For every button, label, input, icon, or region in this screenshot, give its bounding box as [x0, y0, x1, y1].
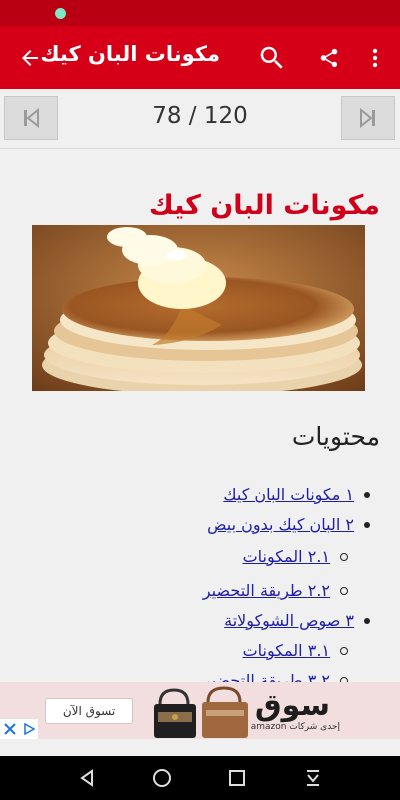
bullet-icon — [340, 646, 348, 655]
toc-link[interactable]: ١ مكونات البان كيك — [223, 485, 354, 504]
more-vert-icon[interactable] — [360, 40, 390, 76]
ad-info-icon[interactable] — [20, 719, 38, 739]
bullet-icon — [340, 586, 348, 595]
toc-item[interactable]: ٢.١ المكونات — [243, 547, 348, 566]
nav-download-icon[interactable] — [298, 764, 328, 792]
toc-item[interactable]: ١ مكونات البان كيك — [223, 485, 370, 504]
toc-link[interactable]: ٣.٢ طريقة التحضير — [203, 671, 330, 682]
toc-item[interactable]: ٢.٢ طريقة التحضير — [203, 581, 348, 600]
bullet-icon — [340, 552, 348, 561]
app-bar-title: مكونات البان كيك — [40, 42, 220, 66]
bullet-icon — [364, 491, 370, 498]
toc-link[interactable]: ٢.٢ طريقة التحضير — [203, 581, 330, 600]
last-page-button[interactable] — [341, 96, 395, 140]
toc-heading: محتويات — [291, 422, 380, 451]
article-title: مكونات البان كيك — [148, 190, 380, 221]
status-notification-icon — [55, 8, 66, 19]
ad-spacer — [0, 739, 400, 756]
bullet-icon — [364, 521, 370, 528]
screen: مكونات البان كيك 78 / 120 مكونات البان ك… — [0, 0, 400, 800]
app-bar: مكونات البان كيك — [0, 26, 400, 89]
nav-back-icon[interactable] — [72, 764, 102, 792]
toc-link[interactable]: ٣ صوص الشوكولاتة — [224, 611, 354, 630]
ad-souq-logo: سوق — [254, 688, 330, 723]
toc-item[interactable]: ٣.١ المكونات — [243, 641, 348, 660]
article-content[interactable]: مكونات البان كيك محتويات ١ مكونات البان … — [0, 150, 400, 682]
pancake-image — [32, 225, 365, 391]
bullet-icon — [364, 617, 370, 624]
toc-link[interactable]: ٢.١ المكونات — [243, 547, 330, 566]
toc-link[interactable]: ٢ البان كيك بدون بيض — [207, 515, 354, 534]
ad-sub-text: إحدى شركات amazon — [250, 722, 340, 732]
ad-banner[interactable]: تسوق الآن سوق إحدى شركات amazon — [0, 682, 400, 739]
search-icon[interactable] — [254, 40, 290, 76]
toc-item[interactable]: ٢ البان كيك بدون بيض — [207, 515, 370, 534]
nav-home-icon[interactable] — [147, 764, 177, 792]
toc-link[interactable]: ٣.١ المكونات — [243, 641, 330, 660]
page-counter: 78 / 120 — [152, 103, 248, 129]
ad-shop-now-button[interactable]: تسوق الآن — [45, 698, 133, 724]
system-nav-bar — [0, 756, 400, 800]
share-icon[interactable] — [311, 40, 347, 76]
ad-close-icon[interactable] — [0, 719, 20, 739]
nav-recents-icon[interactable] — [222, 764, 252, 792]
status-bar — [0, 0, 400, 26]
pager: 78 / 120 — [0, 89, 400, 149]
skip-last-icon — [360, 107, 375, 129]
ad-bags-image — [150, 682, 260, 739]
toc-item[interactable]: ٣.٢ طريقة التحضير — [203, 671, 348, 682]
toc-item[interactable]: ٣ صوص الشوكولاتة — [224, 611, 370, 630]
